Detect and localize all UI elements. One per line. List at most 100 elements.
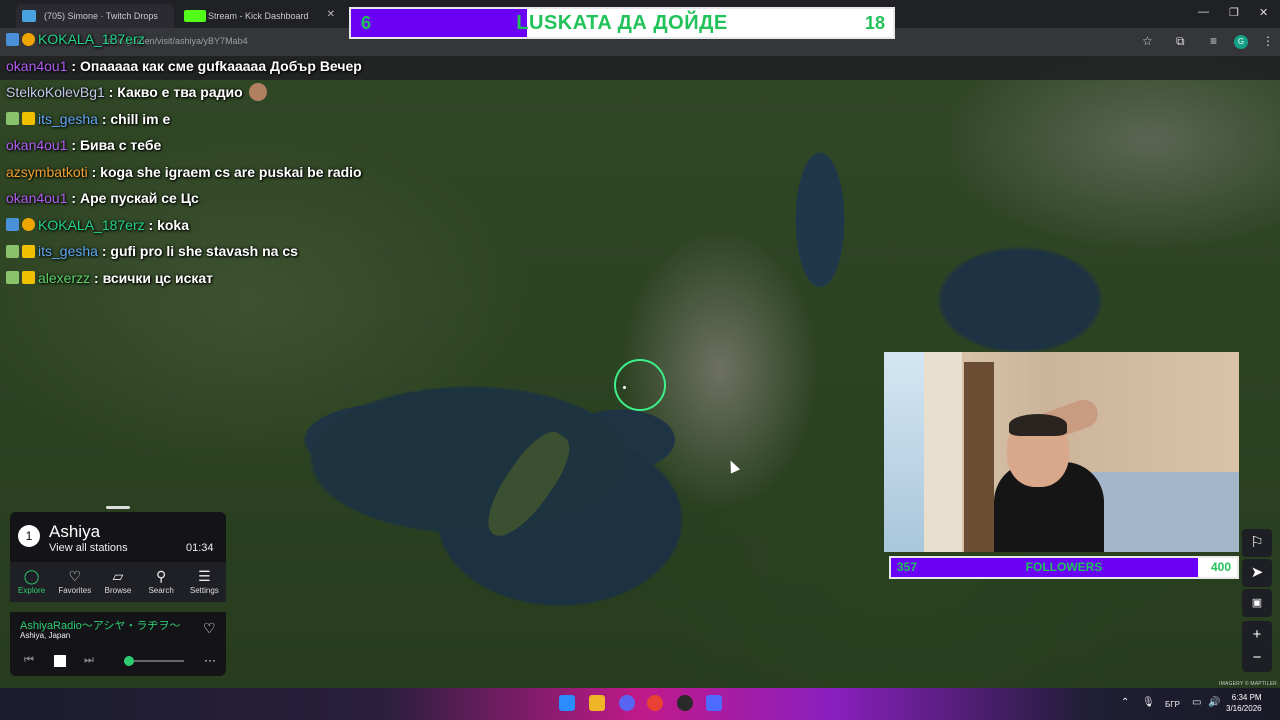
chat-message: KOKALA_187erz	[6, 26, 406, 53]
lock-icon[interactable]: ▣	[1242, 589, 1272, 617]
chat-text: koka	[157, 216, 189, 233]
tab-twitch[interactable]: (705) Simone · Twitch Drops	[16, 4, 174, 28]
bot-badge-icon	[6, 32, 19, 46]
windows-taskbar	[0, 688, 1280, 720]
chat-text: Бива с тебе	[79, 137, 162, 154]
chat-username[interactable]: alexerzz	[38, 270, 90, 286]
chrome-icon[interactable]	[647, 695, 663, 711]
close-icon[interactable]: ✕	[327, 9, 335, 20]
station-count-badge: 1	[18, 525, 40, 547]
restore-icon[interactable]: ❐	[1229, 6, 1239, 19]
minimize-icon[interactable]: —	[1198, 6, 1209, 18]
chat-text: chill im e	[110, 110, 171, 127]
language-indicator[interactable]: БГР	[1165, 700, 1180, 709]
clock-time: 6:34 PM	[1231, 693, 1262, 702]
nav-settings[interactable]: ☰ Settings	[183, 562, 226, 602]
bookmark-star-icon[interactable]: ☆	[1142, 34, 1153, 48]
chat-username[interactable]: KOKALA_187erz	[38, 217, 145, 233]
crown-badge-icon	[22, 271, 35, 285]
chat-username[interactable]: StelkoKolevBg1	[6, 84, 105, 100]
nav-label: Explore	[18, 586, 46, 595]
balloon-icon[interactable]: ⚐	[1242, 529, 1272, 557]
heart-icon: ♡	[68, 568, 82, 584]
now-playing-location: Ashiya, Japan	[20, 631, 71, 640]
more-menu-icon[interactable]: ⋮	[1262, 34, 1274, 48]
chat-username[interactable]: KOKALA_187erz	[38, 31, 145, 47]
nav-search[interactable]: ⚲ Search	[140, 562, 183, 602]
view-all-stations-link[interactable]: View all stations	[49, 542, 128, 554]
next-icon[interactable]: ⏭	[84, 654, 94, 667]
goal-title: LUSKATA ДА ДОЙДЕ	[516, 12, 728, 34]
volume-knob[interactable]	[123, 656, 134, 666]
tab-favicon-icon	[22, 10, 36, 22]
network-icon[interactable]: ▭	[1192, 697, 1201, 708]
zoom-out-button[interactable]: −	[1242, 644, 1272, 672]
previous-icon[interactable]: ⏮	[24, 654, 34, 667]
map-icon: ▱	[112, 568, 124, 584]
local-time: 01:34	[186, 542, 214, 554]
chat-message: its_gesha : chill im e	[6, 106, 406, 133]
search-icon: ⚲	[156, 568, 167, 584]
extensions-icon[interactable]: ⧉	[1176, 34, 1185, 49]
chat-separator: :	[97, 110, 111, 127]
chat-username[interactable]: azsymbatkoti	[6, 164, 88, 180]
close-window-icon[interactable]: ✕	[1259, 6, 1268, 19]
chat-separator: :	[67, 190, 80, 207]
nav-label: Settings	[189, 586, 219, 595]
chat-text: Аре пускай се Цс	[79, 190, 199, 207]
bot-badge-icon	[6, 218, 19, 232]
stop-button[interactable]	[54, 655, 66, 667]
cam-bed	[1084, 472, 1239, 552]
tab-label: (705) Simone · Twitch Drops	[44, 11, 158, 21]
discord-icon[interactable]	[619, 695, 635, 711]
goal-current: 357	[897, 560, 918, 574]
chat-username[interactable]: its_gesha	[38, 111, 98, 127]
streamer-hair	[1009, 414, 1067, 436]
locate-icon[interactable]: ➤	[1242, 559, 1272, 587]
chat-message: StelkoKolevBg1 : Какво е тва радио	[6, 79, 406, 106]
chat-message: okan4ou1 : Опааааа как сме gufkaaaaa Доб…	[6, 53, 406, 80]
station-marker[interactable]	[614, 359, 666, 411]
tab-favicon-icon	[184, 10, 206, 22]
chat-username[interactable]: okan4ou1	[6, 137, 68, 153]
volume-icon[interactable]: 🔊	[1208, 697, 1220, 708]
panel-drag-handle[interactable]	[106, 506, 130, 509]
goal-bar-luskata: LUSKATA ДА ДОЙДЕ 6 18	[349, 7, 895, 39]
nav-browse[interactable]: ▱ Browse	[96, 562, 139, 602]
app-grid-icon[interactable]	[706, 695, 722, 711]
chat-message: okan4ou1 : Бива с тебе	[6, 132, 406, 159]
chat-username[interactable]: okan4ou1	[6, 190, 68, 206]
favorite-heart-icon[interactable]: ♡	[203, 620, 216, 637]
tray-chevron-icon[interactable]: ⌃	[1121, 697, 1129, 708]
chat-username[interactable]: okan4ou1	[6, 58, 68, 74]
tab-kick-dashboard[interactable]: Stream - Kick Dashboard ✕	[178, 4, 343, 28]
chat-message: KOKALA_187erz : koka	[6, 212, 406, 239]
start-icon[interactable]	[559, 695, 575, 711]
cam-window	[884, 352, 924, 552]
vip-badge-icon	[22, 32, 35, 46]
chat-separator: :	[97, 243, 111, 260]
station-header[interactable]	[10, 512, 226, 562]
microphone-icon[interactable]: 🎙	[1142, 697, 1155, 708]
chat-message: okan4ou1 : Аре пускай се Цс	[6, 185, 406, 212]
taskbar-clock[interactable]: 6:34 PM 3/16/2026	[1226, 692, 1262, 714]
chat-overlay: KOKALA_187erz okan4ou1 : Опааааа как сме …	[6, 26, 406, 291]
chat-separator: :	[87, 163, 101, 180]
chat-text: Опааааа как сме gufkaaaaa Добър Вечер	[79, 57, 362, 74]
more-options-icon[interactable]: ···	[204, 653, 216, 667]
profile-avatar[interactable]: G	[1234, 35, 1248, 49]
chat-username[interactable]: its_gesha	[38, 243, 98, 259]
obs-icon[interactable]	[677, 695, 693, 711]
nav-explore[interactable]: ◯ Explore	[10, 562, 53, 602]
chat-separator: :	[104, 84, 118, 101]
cam-shelf	[964, 362, 994, 552]
chat-separator: :	[144, 216, 158, 233]
media-icon[interactable]: ≡	[1210, 34, 1217, 48]
file-explorer-icon[interactable]	[589, 695, 605, 711]
nav-favorites[interactable]: ♡ Favorites	[53, 562, 96, 602]
tab-label: Stream - Kick Dashboard	[208, 11, 309, 21]
clock-date: 3/16/2026	[1226, 704, 1262, 713]
goal-bar-followers: FOLLOWERS 357 400	[889, 556, 1239, 579]
nav-label: Search	[148, 586, 174, 595]
chat-text: Какво е тва радио	[117, 84, 243, 101]
